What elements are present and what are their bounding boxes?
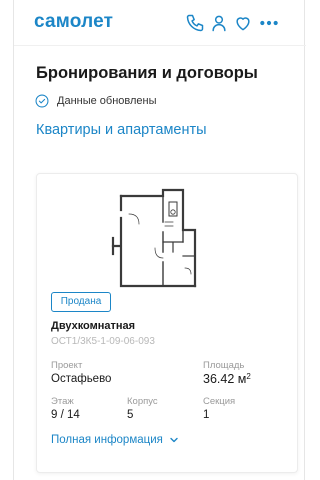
apartment-code: ОСТ1/3К5-1-09-06-093 bbox=[51, 336, 155, 347]
building-value: 5 bbox=[127, 409, 134, 421]
page-title: Бронирования и договоры bbox=[36, 64, 258, 82]
section-label: Секция bbox=[203, 396, 236, 407]
project-label: Проект bbox=[51, 360, 83, 371]
apartment-card[interactable]: Продана Двухкомнатная ОСТ1/3К5-1-09-06-0… bbox=[36, 173, 298, 473]
floor-label: Этаж bbox=[51, 396, 74, 407]
section-value: 1 bbox=[203, 409, 210, 421]
project-value: Остафьево bbox=[51, 373, 112, 385]
area-unit-superscript: 2 bbox=[246, 372, 251, 381]
status-text: Данные обновлены bbox=[57, 95, 157, 107]
full-info-label: Полная информация bbox=[51, 434, 163, 446]
user-icon[interactable] bbox=[209, 13, 229, 33]
brand-logo[interactable]: самолет bbox=[34, 11, 113, 33]
heart-icon[interactable] bbox=[233, 13, 253, 33]
update-status: Данные обновлены bbox=[35, 93, 157, 109]
building-label: Корпус bbox=[127, 396, 158, 407]
full-info-link[interactable]: Полная информация bbox=[51, 434, 179, 446]
apartment-type: Двухкомнатная bbox=[51, 320, 136, 332]
floor-value: 9 / 14 bbox=[51, 409, 80, 421]
floorplan-image bbox=[99, 188, 209, 288]
more-icon[interactable] bbox=[259, 13, 279, 33]
status-badge: Продана bbox=[51, 292, 111, 312]
area-label: Площадь bbox=[203, 360, 245, 371]
apartments-section-link[interactable]: Квартиры и апартаменты bbox=[36, 122, 207, 138]
phone-icon[interactable] bbox=[185, 13, 205, 33]
chevron-down-icon bbox=[170, 437, 178, 443]
top-header: самолет bbox=[14, 0, 306, 46]
app-frame: самолет Бронирования и договоры Данные о… bbox=[13, 0, 306, 480]
check-circle-icon bbox=[35, 94, 49, 108]
area-number: 36.42 м bbox=[203, 372, 247, 386]
area-value: 36.42 м2 bbox=[203, 372, 251, 386]
